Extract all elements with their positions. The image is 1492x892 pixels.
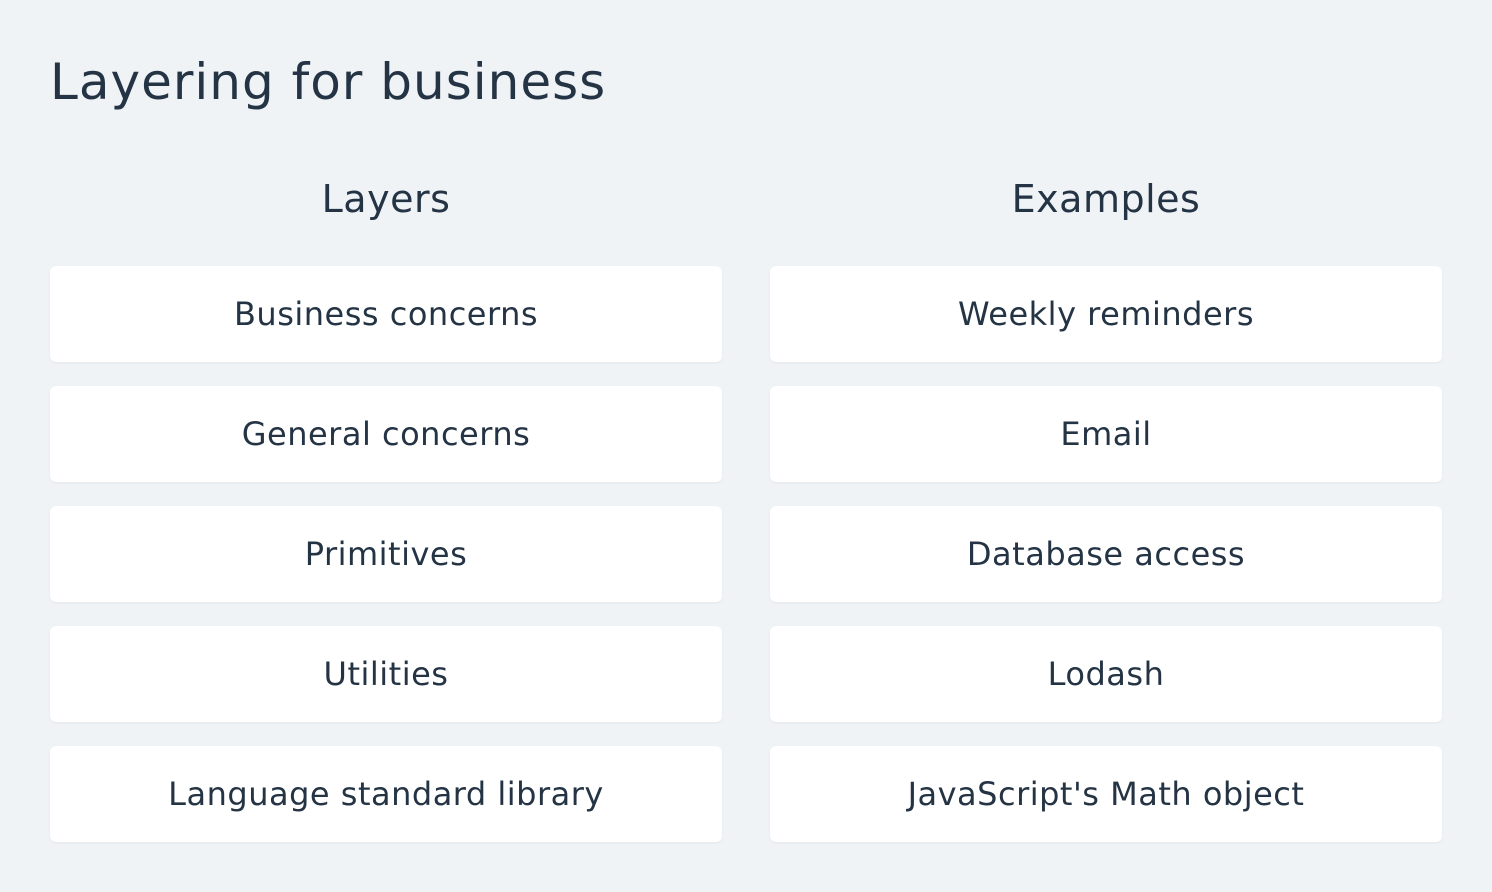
layers-list: Business concerns General concerns Primi…: [50, 266, 722, 842]
example-card-weekly-reminders: Weekly reminders: [770, 266, 1442, 362]
example-card-email: Email: [770, 386, 1442, 482]
examples-list: Weekly reminders Email Database access L…: [770, 266, 1442, 842]
layer-card-primitives: Primitives: [50, 506, 722, 602]
example-card-database-access: Database access: [770, 506, 1442, 602]
layer-card-business-concerns: Business concerns: [50, 266, 722, 362]
layer-card-language-standard-library: Language standard library: [50, 746, 722, 842]
layers-column: Layers Business concerns General concern…: [50, 170, 722, 842]
example-card-lodash: Lodash: [770, 626, 1442, 722]
examples-header: Examples: [1011, 177, 1201, 221]
layers-header: Layers: [321, 177, 451, 221]
layer-card-general-concerns: General concerns: [50, 386, 722, 482]
page-title: Layering for business: [50, 53, 607, 111]
examples-column: Examples Weekly reminders Email Database…: [770, 170, 1442, 842]
example-card-javascript-math-object: JavaScript's Math object: [770, 746, 1442, 842]
layer-card-utilities: Utilities: [50, 626, 722, 722]
